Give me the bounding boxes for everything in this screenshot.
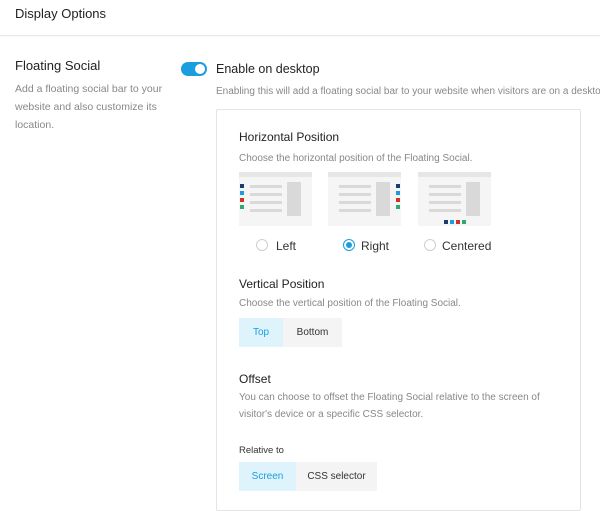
social-dot bbox=[444, 220, 448, 224]
preview-left[interactable] bbox=[239, 172, 312, 226]
preview-centered[interactable] bbox=[418, 172, 491, 226]
setting-info: Floating Social Add a floating social ba… bbox=[15, 58, 165, 134]
social-dot bbox=[450, 220, 454, 224]
social-dot bbox=[240, 198, 244, 202]
enable-desktop-label[interactable]: Enable on desktop bbox=[216, 62, 320, 76]
radio-centered-label[interactable]: Centered bbox=[442, 239, 491, 253]
setting-title: Floating Social bbox=[15, 58, 101, 73]
enable-desktop-toggle[interactable] bbox=[181, 62, 207, 76]
page-title: Display Options bbox=[15, 6, 107, 21]
vertical-position-selector: Top Bottom bbox=[239, 318, 342, 347]
social-dot bbox=[396, 205, 400, 209]
horizontal-position-title: Horizontal Position bbox=[239, 130, 340, 144]
social-dot bbox=[396, 198, 400, 202]
social-dot bbox=[240, 191, 244, 195]
relative-to-label: Relative to bbox=[239, 445, 284, 456]
social-dot bbox=[240, 184, 244, 188]
vertical-position-description: Choose the vertical position of the Floa… bbox=[239, 298, 461, 309]
social-dot bbox=[396, 184, 400, 188]
radio-left[interactable] bbox=[256, 239, 268, 251]
vertical-top-button[interactable]: Top bbox=[239, 318, 283, 347]
offset-css-selector-button[interactable]: CSS selector bbox=[296, 462, 377, 491]
vertical-bottom-button[interactable]: Bottom bbox=[283, 318, 342, 347]
enable-desktop-description: Enabling this will add a floating social… bbox=[216, 86, 600, 97]
radio-right-label[interactable]: Right bbox=[361, 239, 389, 253]
toggle-knob bbox=[195, 64, 205, 74]
social-dot bbox=[240, 205, 244, 209]
social-dot bbox=[462, 220, 466, 224]
radio-centered[interactable] bbox=[424, 239, 436, 251]
radio-left-label[interactable]: Left bbox=[276, 239, 296, 253]
options-header: Display Options bbox=[0, 0, 600, 36]
setting-description: Add a floating social bar to your websit… bbox=[15, 83, 163, 131]
offset-screen-button[interactable]: Screen bbox=[239, 462, 296, 491]
radio-right[interactable] bbox=[343, 239, 355, 251]
social-dot bbox=[396, 191, 400, 195]
social-dot bbox=[456, 220, 460, 224]
floating-social-panel: Horizontal Position Choose the horizonta… bbox=[216, 109, 581, 511]
vertical-position-title: Vertical Position bbox=[239, 277, 325, 291]
horizontal-position-description: Choose the horizontal position of the Fl… bbox=[239, 153, 473, 164]
offset-relative-selector: Screen CSS selector bbox=[239, 462, 377, 491]
preview-right[interactable] bbox=[328, 172, 401, 226]
offset-description: You can choose to offset the Floating So… bbox=[239, 392, 540, 420]
offset-title: Offset bbox=[239, 372, 271, 386]
